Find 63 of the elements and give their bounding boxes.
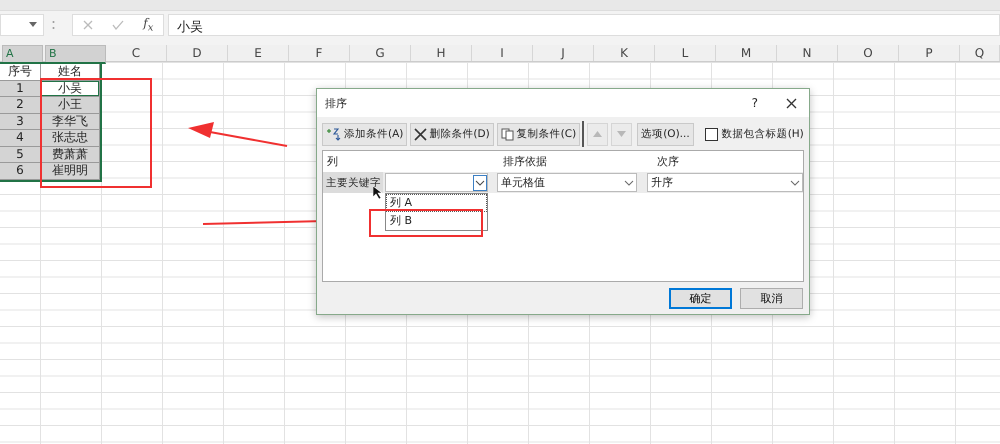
dropdown-option[interactable]: 列 A	[386, 194, 487, 212]
table-cell: 崔明明	[41, 163, 100, 180]
cancel-icon[interactable]	[82, 20, 93, 30]
close-icon[interactable]	[786, 98, 797, 108]
dialog-title: 排序	[325, 96, 348, 110]
toolbar-button[interactable]: 删除条件(D)	[410, 122, 494, 146]
formula-field[interactable]: 小吴	[168, 14, 1000, 36]
dialog-button[interactable]: 取消	[740, 288, 803, 309]
table-cell: 3	[0, 114, 41, 130]
table-cell: 张志忠	[41, 130, 100, 146]
name-box[interactable]	[0, 14, 44, 36]
toolbar-button[interactable]: 添加条件(A)	[322, 122, 408, 146]
checkbox-label: 数据包含标题(H)	[722, 127, 804, 141]
chevron-icon	[473, 174, 487, 190]
column-header[interactable]: Q	[960, 45, 1000, 61]
help-button[interactable]: ?	[752, 96, 758, 110]
table-cell: 小吴	[41, 80, 100, 97]
column-header[interactable]: N	[777, 45, 838, 61]
row-label: 主要关键字	[323, 172, 383, 193]
options-button[interactable]: 选项(O)...	[637, 122, 694, 146]
checkbox[interactable]	[704, 128, 718, 140]
column-header[interactable]: B	[45, 45, 106, 64]
table-cell: 李华飞	[41, 114, 100, 130]
column-header[interactable]: C	[106, 45, 167, 61]
column-header[interactable]: G	[350, 45, 411, 61]
caret-icon	[29, 22, 37, 27]
down-triangle-icon	[617, 131, 626, 137]
column-heading: 列	[326, 154, 339, 169]
up-triangle-icon	[593, 131, 602, 137]
sort-on-select[interactable]: 单元格值	[497, 173, 637, 192]
order-select[interactable]: 升序	[647, 173, 803, 192]
column-heading: 次序	[656, 154, 679, 169]
column-header[interactable]: I	[472, 45, 533, 61]
column-header[interactable]: P	[899, 45, 960, 61]
column-header[interactable]: O	[838, 45, 899, 61]
table-cell: 序号	[0, 64, 41, 80]
column-select[interactable]	[385, 173, 488, 192]
table-cell: 1	[0, 80, 41, 97]
copy-icon	[500, 128, 515, 140]
column-header[interactable]: E	[228, 45, 289, 61]
column-header[interactable]: L	[655, 45, 716, 61]
table-cell: 6	[0, 163, 41, 180]
dialog-button[interactable]: 确定	[669, 288, 732, 309]
table-cell: 小王	[41, 97, 100, 114]
table-cell: 费萧萧	[41, 146, 100, 163]
column-header[interactable]: F	[289, 45, 350, 61]
check-icon[interactable]	[112, 20, 124, 30]
grip-icon	[52, 20, 55, 30]
toolbar-button[interactable]: 复制条件(C)	[496, 122, 580, 146]
table-cell: 4	[0, 130, 41, 146]
column-header[interactable]: K	[594, 45, 655, 61]
function-button[interactable]: f$_{x}$	[143, 16, 154, 34]
column-header[interactable]: H	[411, 45, 472, 61]
sort-add-icon	[326, 127, 342, 141]
table-cell: 2	[0, 97, 41, 114]
column-header[interactable]: D	[167, 45, 228, 61]
column-heading: 排序依据	[502, 154, 548, 169]
table-cell: 5	[0, 146, 41, 163]
x-icon	[414, 128, 428, 140]
cursor-icon	[373, 186, 382, 199]
column-header[interactable]: J	[533, 45, 594, 61]
column-header[interactable]: M	[716, 45, 777, 61]
dropdown-option[interactable]: 列 B	[386, 212, 487, 230]
